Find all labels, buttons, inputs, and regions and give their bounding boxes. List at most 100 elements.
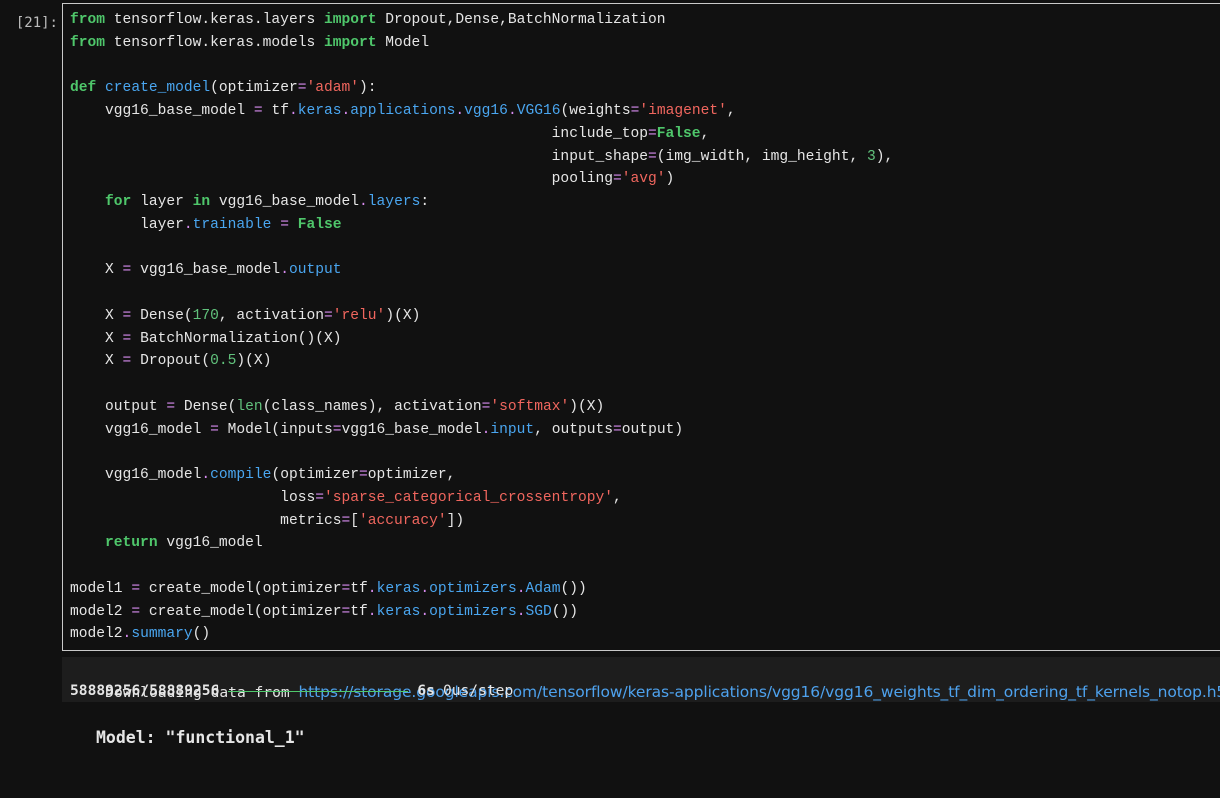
code-token: = — [122, 307, 132, 324]
code-line: vgg16_base_model = tf.keras.applications… — [70, 100, 893, 123]
code-line: model2.summary() — [70, 623, 893, 646]
code-token: vgg16_base_model — [70, 103, 254, 119]
code-token: optimizer, — [367, 467, 456, 483]
code-token: = — [166, 398, 176, 415]
code-token: ) — [665, 171, 675, 188]
code-token: def — [70, 80, 97, 97]
code-token: output — [70, 398, 167, 415]
code-token: keras — [376, 580, 421, 597]
code-token: [ — [350, 512, 360, 529]
code-line: include_top=False, — [70, 123, 893, 146]
code-token: )(X) — [385, 307, 421, 324]
code-token: vgg16_base_model — [210, 194, 360, 210]
code-token: ): — [359, 80, 377, 97]
code-token: )(X) — [569, 398, 605, 415]
code-token: Dropout( — [131, 353, 211, 370]
code-token: , outputs — [534, 421, 614, 438]
code-line: layer.trainable = False — [70, 214, 893, 237]
code-line: vgg16_model.compile(optimizer=optimizer, — [70, 464, 893, 487]
code-token: X — [70, 353, 123, 370]
code-token: in — [192, 194, 211, 210]
code-token: return — [105, 535, 158, 552]
code-token: : — [420, 194, 430, 210]
code-token: ]) — [446, 512, 465, 529]
code-line: model1 = create_model(optimizer=tf.keras… — [70, 578, 893, 601]
code-line: input_shape=(img_width, img_height, 3), — [70, 146, 894, 169]
code-token: = — [210, 421, 219, 438]
code-token: model2 — [70, 626, 123, 643]
code-line: from tensorflow.keras.layers import Drop… — [70, 9, 893, 32]
code-token: 0.5 — [210, 353, 237, 370]
code-token: = — [122, 330, 132, 347]
cell-output-stream: Downloading data from https://storage.go… — [62, 657, 1220, 702]
code-line: X = Dense(170, activation='relu')(X) — [70, 305, 893, 328]
code-token: = — [131, 580, 141, 597]
progress-rate: 0us/step — [442, 682, 514, 699]
model-summary-title: Model: "functional_1" — [96, 728, 305, 747]
code-token: optimizers — [429, 603, 517, 620]
code-token: from — [70, 34, 106, 51]
code-token: model1 — [70, 580, 132, 597]
code-cell-input[interactable]: from tensorflow.keras.layers import Drop… — [62, 3, 1220, 651]
code-token: tensorflow.keras.layers — [105, 12, 324, 28]
code-token: = — [253, 103, 263, 119]
code-token: , — [700, 125, 710, 142]
code-token: . — [280, 262, 289, 279]
code-token: tf — [262, 103, 289, 119]
code-token: vgg16_model — [157, 535, 263, 552]
code-token: Dense( — [131, 307, 193, 324]
code-token: . — [367, 603, 377, 620]
code-token: BatchNormalization()(X) — [131, 330, 342, 347]
code-token: 'accuracy' — [359, 512, 447, 529]
code-token: keras — [376, 603, 421, 620]
code-token: layer — [131, 194, 193, 210]
progress-count: 58889256/58889256 — [70, 682, 220, 699]
code-token: Adam — [525, 580, 561, 597]
code-token: vgg16_model — [70, 421, 211, 438]
code-line: output = Dense(len(class_names), activat… — [70, 396, 893, 419]
code-token: 'imagenet' — [639, 103, 727, 119]
code-token: . — [122, 626, 132, 643]
code-line: X = vgg16_base_model.output — [70, 259, 893, 282]
code-token: 'softmax' — [490, 398, 570, 415]
code-line: return vgg16_model — [70, 532, 893, 555]
code-token: vgg16 — [464, 103, 508, 119]
code-token: (img_width, img_height, — [656, 148, 867, 165]
code-token: Model(inputs — [218, 421, 333, 438]
code-token: = — [324, 307, 333, 324]
code-line: vgg16_model = Model(inputs=vgg16_base_mo… — [70, 419, 893, 442]
code-token: create_model(optimizer — [140, 580, 342, 597]
code-token: X — [70, 262, 123, 279]
code-token: = — [341, 512, 351, 529]
code-token: trainable — [192, 216, 272, 233]
code-token: for — [105, 194, 132, 210]
code-token: create_model — [105, 80, 211, 97]
code-token: optimizers — [429, 580, 517, 597]
code-token: )(X) — [236, 353, 272, 370]
code-token: , activation — [218, 307, 324, 324]
code-token: summary — [131, 626, 193, 643]
code-token: 'sparse_categorical_crossentropy' — [323, 489, 613, 506]
code-editor[interactable]: from tensorflow.keras.layers import Drop… — [70, 9, 893, 646]
code-token: 'relu' — [332, 307, 386, 324]
code-line: metrics=['accuracy']) — [70, 510, 893, 533]
progress-bar — [228, 690, 409, 692]
code-line: pooling='avg') — [70, 168, 893, 191]
code-token: 'avg' — [621, 171, 666, 188]
code-token: ()) — [551, 603, 579, 620]
code-token: = — [648, 148, 657, 165]
code-token: = — [332, 421, 342, 438]
code-token: . — [420, 603, 430, 620]
code-token: . — [201, 467, 211, 483]
code-token: . — [420, 580, 430, 597]
code-token: . — [288, 103, 298, 119]
code-token: 'adam' — [306, 80, 360, 97]
